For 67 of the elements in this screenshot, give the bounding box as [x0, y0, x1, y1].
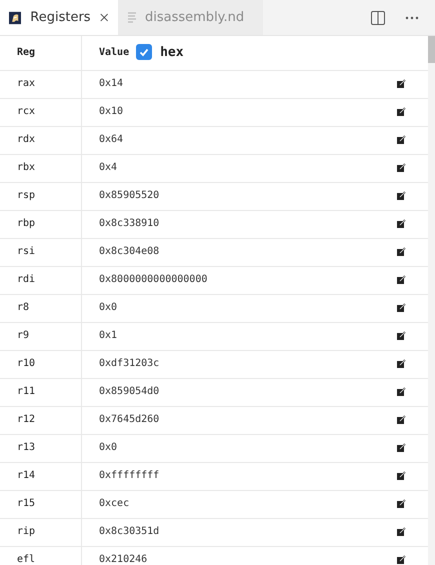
split-editor-icon[interactable] [371, 10, 385, 24]
table-cell: rdx [0, 127, 82, 154]
table-cell: r15 [0, 491, 82, 518]
table-cell: r13 [0, 435, 82, 462]
edit-icon[interactable] [397, 359, 406, 368]
table-cell: rbx [0, 155, 82, 182]
edit-icon[interactable] [397, 387, 406, 396]
table-cell-text: 0x1 [99, 330, 118, 341]
table-cell-text: 0xdf31203c [99, 358, 160, 369]
table-cell-text: 0x859054d0 [99, 386, 160, 397]
edit-icon[interactable] [397, 443, 406, 452]
edit-icon[interactable] [397, 331, 406, 340]
table-cell: r11 [0, 379, 82, 406]
table-cell-text: 0x8000000000000000 [99, 274, 208, 285]
table-cell: r10 [0, 351, 82, 378]
edit-icon[interactable] [397, 499, 406, 508]
table-cell-text: 0x0 [99, 302, 118, 313]
table-cell-text: 0x7645d260 [99, 414, 160, 425]
table-cell-text: 0x64 [99, 134, 124, 145]
table-cell-text: 0x8c304e08 [99, 246, 160, 257]
table-cell: rax [0, 71, 82, 98]
edit-icon[interactable] [397, 303, 406, 312]
table-cell-text: 0xffffffff [99, 470, 160, 481]
file-icon [127, 11, 137, 24]
table-cell-text: 0x8c338910 [99, 218, 160, 229]
edit-icon[interactable] [397, 527, 406, 536]
table-cell: rcx [0, 99, 82, 126]
check-icon [138, 46, 150, 58]
edit-icon[interactable] [397, 107, 406, 116]
edit-icon[interactable] [397, 275, 406, 284]
table-cell: rsi [0, 239, 82, 266]
edit-icon[interactable] [397, 247, 406, 256]
table-cell: rbp [0, 211, 82, 238]
scrollbar-thumb[interactable] [428, 36, 435, 63]
table-cell: efl [0, 547, 82, 565]
edit-icon[interactable] [397, 219, 406, 228]
edit-icon[interactable] [397, 471, 406, 480]
table-cell-text: 0x10 [99, 106, 124, 117]
edit-icon[interactable] [397, 79, 406, 88]
table-cell: r8 [0, 295, 82, 322]
table-cell: rsp [0, 183, 82, 210]
table-cell-text: 0x8c30351d [99, 526, 160, 537]
checkbox-label: hex [160, 44, 184, 60]
column-header: Reg [0, 36, 82, 70]
table-cell: r9 [0, 323, 82, 350]
close-icon[interactable] [100, 12, 108, 23]
tab[interactable]: Registers [0, 0, 118, 35]
table-cell-text: 0x85905520 [99, 190, 160, 201]
table-cell-text: 0x4 [99, 162, 118, 173]
scrollbar[interactable] [428, 36, 435, 565]
table-cell: rdi [0, 267, 82, 294]
edit-icon[interactable] [397, 555, 406, 564]
table-cell: rip [0, 519, 82, 546]
table-cell: r12 [0, 407, 82, 434]
app-icon [9, 10, 22, 26]
table-cell-text: 0x14 [99, 78, 124, 89]
edit-icon[interactable] [397, 191, 406, 200]
table-cell-text: 0x210246 [99, 554, 148, 565]
column-header: Value [99, 46, 130, 58]
hex-checkbox[interactable] [136, 44, 152, 60]
table-cell-text: 0x0 [99, 442, 118, 453]
table-cell-text: 0xcec [99, 498, 130, 509]
table-cell: r14 [0, 463, 82, 490]
edit-icon[interactable] [397, 415, 406, 424]
more-icon[interactable] [405, 16, 419, 20]
edit-icon[interactable] [397, 163, 406, 172]
edit-icon[interactable] [397, 135, 406, 144]
